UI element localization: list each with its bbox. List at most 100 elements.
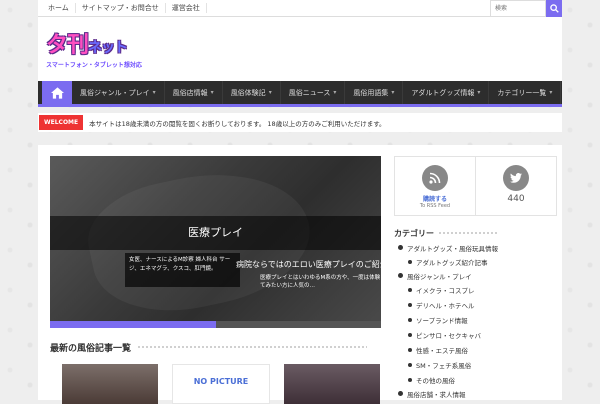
slider-description: 女医、ナースによるM診察 婦人科台 サージ、エネマグラ、クスコ、肛門鏡。	[125, 253, 240, 287]
category-label: 風俗店舗・求人情報	[407, 390, 466, 399]
article-thumbnail[interactable]	[284, 364, 380, 404]
category-label: その他の風俗	[416, 376, 455, 385]
site-header: タ刊ネット スマートフォン・タブレット想対応	[38, 17, 562, 81]
sidebar-category-item[interactable]: イメクラ・コスプレ	[398, 282, 558, 297]
slider-progress-fill	[50, 321, 216, 328]
bullet-icon	[408, 347, 412, 352]
nav-item-label: 風俗ジャンル・プレイ	[80, 88, 150, 97]
welcome-badge: WELCOME	[39, 115, 84, 130]
slider-title[interactable]: 医療プレイ	[50, 224, 381, 240]
twitter-icon	[503, 165, 529, 191]
slider-headline[interactable]: 病院ならではのエロい医療プレイのご紹介	[236, 259, 381, 270]
sidebar-category-item[interactable]: ソープランド情報	[398, 312, 558, 327]
article-thumbnail[interactable]	[62, 364, 158, 404]
section-heading: 最新の風俗記事一覧	[50, 341, 368, 354]
featured-slider[interactable]: 医療プレイ 女医、ナースによるM診察 婦人科台 サージ、エネマグラ、クスコ、肛門…	[50, 156, 381, 328]
ticker-text[interactable]: 本サイトは18歳未満の方の閲覧を固くお断りしております。 18歳以上の方のみご利…	[83, 118, 385, 128]
category-label: イメクラ・コスプレ	[416, 286, 475, 295]
top-bar: ホーム サイトマップ・お問合せ 運営会社	[38, 0, 562, 17]
twitter-counter[interactable]: 440	[475, 157, 556, 215]
slider-progress	[50, 321, 381, 328]
nav-item-label: カテゴリー一覧	[497, 88, 547, 97]
sidebar-category-item[interactable]: ピンサロ・セクキャバ	[398, 327, 558, 342]
top-link-company[interactable]: 運営会社	[166, 3, 207, 13]
category-label: デリヘル・ホテヘル	[416, 301, 475, 310]
category-list: アダルトグッズ・風俗玩具情報アダルトグッズ紹介記事風俗ジャンル・プレイイメクラ・…	[398, 241, 558, 400]
sidebar-category-item[interactable]: アダルトグッズ紹介記事	[398, 254, 558, 269]
sidebar-category-item[interactable]: その他の風俗	[398, 372, 558, 387]
nav-item-news[interactable]: 風俗ニュース ▾	[281, 81, 346, 104]
top-links: ホーム サイトマップ・お問合せ 運営会社	[38, 3, 207, 13]
caret-down-icon: ▾	[549, 89, 553, 96]
nav-home-button[interactable]	[42, 81, 72, 104]
rss-sub: To RSS Feed	[419, 203, 451, 209]
home-icon	[50, 86, 64, 99]
sidebar-category-item[interactable]: 性感・エステ風俗	[398, 342, 558, 357]
bullet-icon	[398, 245, 403, 250]
rss-counter[interactable]: 購読する To RSS Feed	[395, 157, 475, 215]
top-link-sitemap[interactable]: サイトマップ・お問合せ	[76, 3, 166, 13]
sidebar-heading: カテゴリー	[394, 228, 498, 239]
twitter-count: 440	[507, 194, 525, 204]
nav-item-glossary[interactable]: 風俗用語集 ▾	[345, 81, 404, 104]
main-content: 医療プレイ 女医、ナースによるM診察 婦人科台 サージ、エネマグラ、クスコ、肛門…	[38, 145, 562, 404]
bullet-icon	[398, 391, 403, 396]
logo-mark: タ刊ネット	[46, 27, 142, 59]
nav-item-label: 風俗体験記	[230, 88, 266, 97]
article-thumbnails: NO PICTURE	[62, 364, 380, 404]
category-label: ピンサロ・セクキャバ	[416, 331, 481, 340]
nav-item-label: 風俗ニュース	[288, 88, 331, 97]
sidebar-category-item[interactable]: 風俗店舗・求人情報	[398, 387, 558, 400]
bullet-icon	[408, 302, 412, 307]
rss-icon	[422, 165, 448, 191]
caret-down-icon: ▾	[333, 89, 337, 96]
category-label: SM・フェチ系風俗	[416, 361, 472, 370]
news-ticker: WELCOME 本サイトは18歳未満の方の閲覧を固くお断りしております。 18歳…	[38, 113, 562, 132]
top-link-home[interactable]: ホーム	[42, 3, 76, 13]
nav-item-shops[interactable]: 風俗店情報 ▾	[165, 81, 223, 104]
logo-main: タ刊	[46, 33, 89, 58]
search-box	[490, 0, 562, 17]
category-label: ソープランド情報	[416, 316, 468, 325]
bullet-icon	[408, 377, 412, 382]
search-button[interactable]	[546, 0, 562, 17]
nav-item-categories[interactable]: カテゴリー一覧 ▾	[489, 81, 562, 104]
caret-down-icon: ▾	[477, 89, 481, 96]
rss-label: 購読する	[422, 196, 447, 203]
sidebar-category-item[interactable]: SM・フェチ系風俗	[398, 357, 558, 372]
sidebar-title-text: カテゴリー	[394, 229, 434, 238]
sidebar-divider	[438, 231, 498, 236]
caret-down-icon: ▾	[391, 89, 395, 96]
bullet-icon	[408, 317, 412, 322]
search-input[interactable]	[490, 0, 546, 17]
caret-down-icon: ▾	[268, 89, 272, 96]
search-icon	[549, 4, 559, 13]
nav-item-label: 風俗用語集	[353, 88, 389, 97]
main-nav: 風俗ジャンル・プレイ ▾ 風俗店情報 ▾ 風俗体験記 ▾ 風俗ニュース ▾ 風俗用語集 ▾…	[38, 81, 562, 107]
category-label: アダルトグッズ紹介記事	[416, 258, 488, 267]
nav-item-genre[interactable]: 風俗ジャンル・プレイ ▾	[72, 81, 165, 104]
sidebar-category-item[interactable]: デリヘル・ホテヘル	[398, 297, 558, 312]
bullet-icon	[408, 287, 412, 292]
logo-tagline: スマートフォン・タブレット想対応	[46, 62, 142, 69]
article-thumbnail-nopicture[interactable]: NO PICTURE	[172, 364, 270, 404]
nav-item-reports[interactable]: 風俗体験記 ▾	[223, 81, 281, 104]
category-label: 性感・エステ風俗	[416, 346, 468, 355]
nav-item-label: アダルトグッズ情報	[411, 88, 475, 97]
logo-sub: ネット	[88, 40, 128, 56]
social-counters: 購読する To RSS Feed 440	[394, 156, 557, 216]
section-divider	[137, 345, 368, 350]
category-label: 風俗ジャンル・プレイ	[407, 272, 472, 281]
bullet-icon	[408, 332, 412, 337]
bullet-icon	[408, 259, 412, 264]
sidebar-category-item[interactable]: 風俗ジャンル・プレイ	[398, 269, 558, 282]
caret-down-icon: ▾	[210, 89, 214, 96]
section-title-text: 最新の風俗記事一覧	[50, 344, 132, 354]
site-logo[interactable]: タ刊ネット スマートフォン・タブレット想対応	[46, 27, 142, 69]
sidebar-category-item[interactable]: アダルトグッズ・風俗玩具情報	[398, 241, 558, 254]
page-wrapper: ホーム サイトマップ・お問合せ 運営会社 タ刊ネット スマートフォン・タブレット…	[38, 0, 562, 132]
bullet-icon	[398, 273, 403, 278]
nav-item-goods[interactable]: アダルトグッズ情報 ▾	[403, 81, 490, 104]
no-picture-label: NO PICTURE	[193, 377, 249, 386]
bullet-icon	[408, 362, 412, 367]
